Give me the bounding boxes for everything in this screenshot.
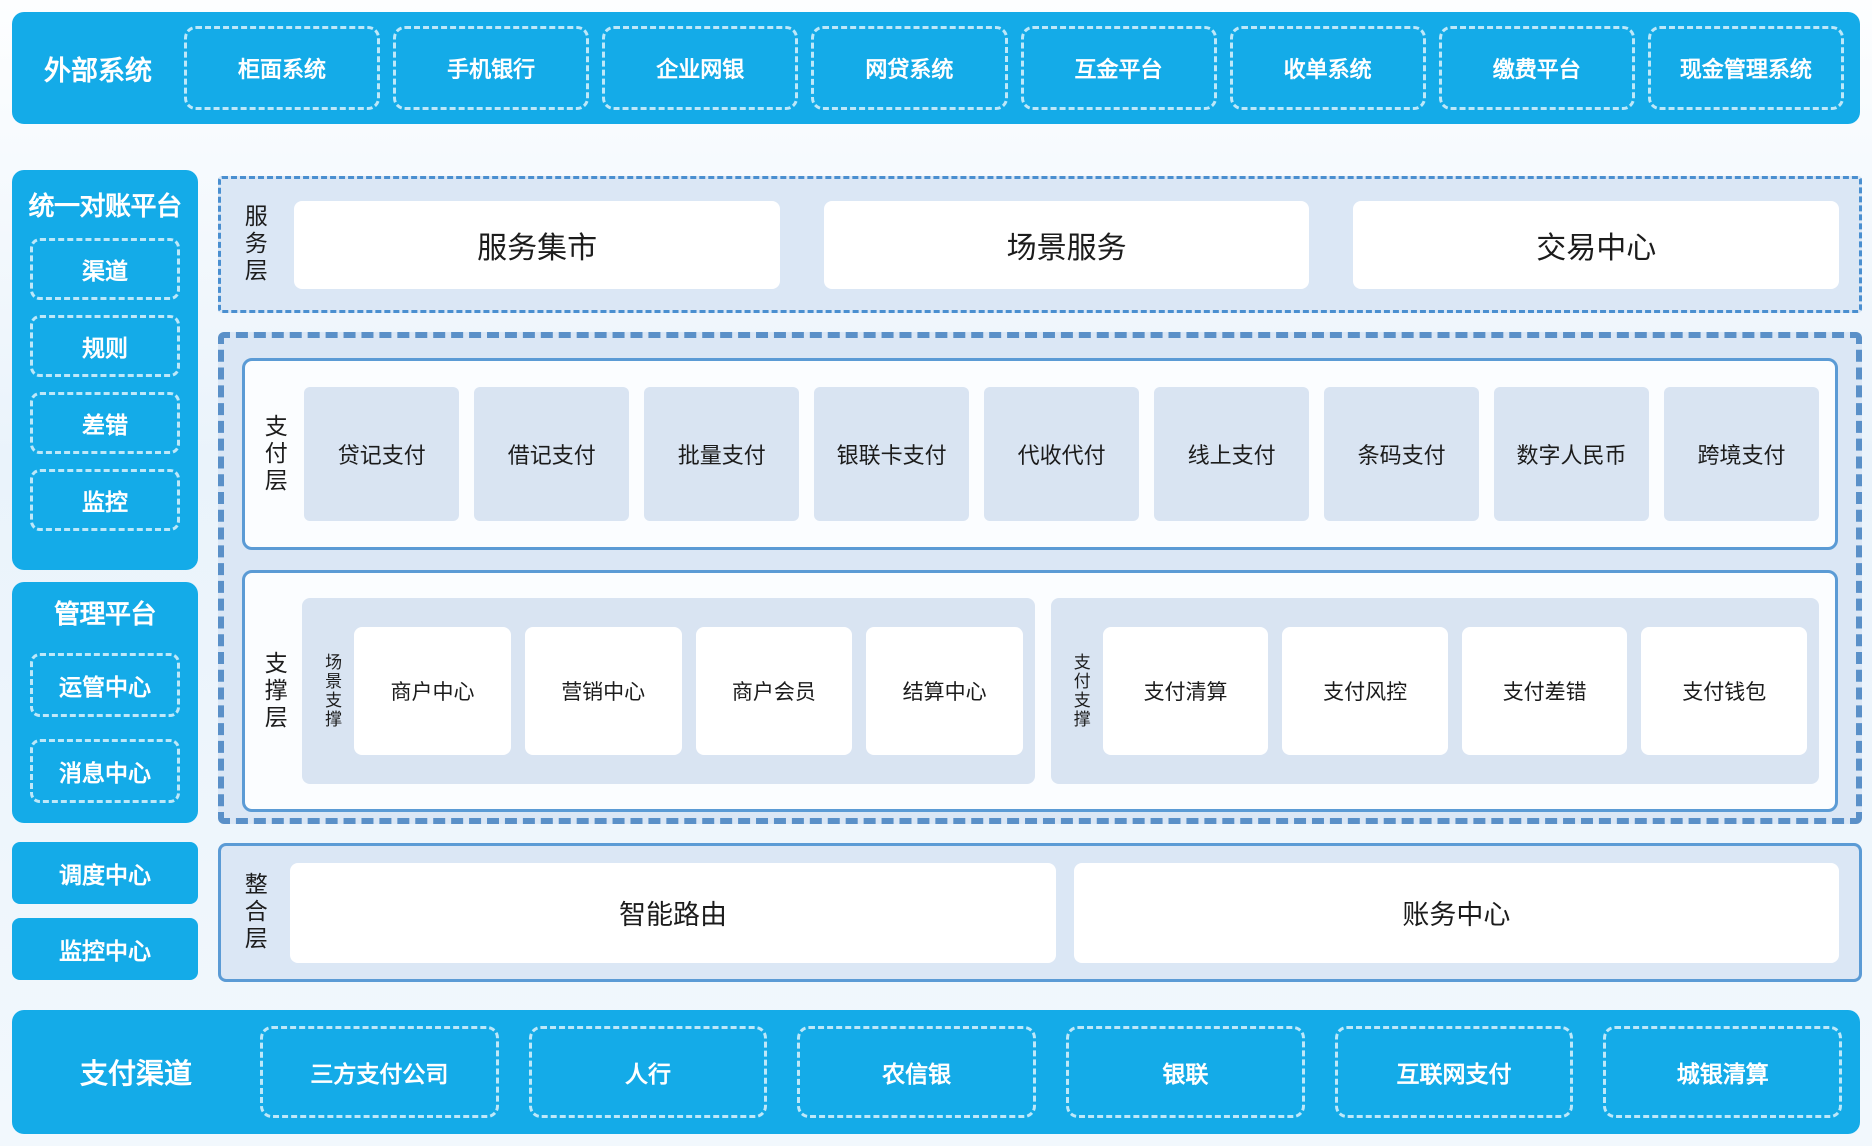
service-item: 场景服务 xyxy=(824,201,1310,289)
integration-layer-items: 智能路由 账务中心 xyxy=(290,863,1839,963)
management-platform-title: 管理平台 xyxy=(54,594,156,631)
payment-support-label: 支付支撑 xyxy=(1071,653,1089,729)
payment-support-items: 支付清算 支付风控 支付差错 支付钱包 xyxy=(1103,627,1807,755)
management-item: 运管中心 xyxy=(30,653,180,717)
management-item: 消息中心 xyxy=(30,739,180,803)
service-layer-panel: 服务层 服务集市 场景服务 交易中心 xyxy=(218,176,1862,313)
payment-item: 代收代付 xyxy=(984,387,1139,521)
payment-item: 数字人民币 xyxy=(1494,387,1649,521)
integration-item: 账务中心 xyxy=(1074,863,1839,963)
service-item: 服务集市 xyxy=(294,201,780,289)
scene-support-group: 场景支撑 商户中心 营销中心 商户会员 结算中心 xyxy=(302,598,1035,784)
payment-channel-item: 农信银 xyxy=(797,1026,1036,1118)
recon-platform-panel: 统一对账平台 渠道 规则 差错 监控 xyxy=(12,170,198,570)
payment-item: 银联卡支付 xyxy=(814,387,969,521)
support-layer-label: 支撑层 xyxy=(261,651,286,732)
payment-support-group: 支付支撑 支付清算 支付风控 支付差错 支付钱包 xyxy=(1051,598,1819,784)
monitoring-center-box: 监控中心 xyxy=(12,918,198,980)
external-system-item: 手机银行 xyxy=(393,26,589,110)
payment-support-item: 支付风控 xyxy=(1282,627,1448,755)
scene-support-label: 场景支撑 xyxy=(322,653,340,729)
payment-channels-items: 三方支付公司 人行 农信银 银联 互联网支付 城银清算 xyxy=(260,1026,1842,1118)
payment-item: 跨境支付 xyxy=(1664,387,1819,521)
support-layer-groups: 场景支撑 商户中心 营销中心 商户会员 结算中心 支付支撑 支付清算 支付风控 … xyxy=(302,598,1819,784)
external-systems-items: 柜面系统 手机银行 企业网银 网贷系统 互金平台 收单系统 缴费平台 现金管理系… xyxy=(184,26,1844,110)
external-system-item: 企业网银 xyxy=(602,26,798,110)
payment-layer-items: 贷记支付 借记支付 批量支付 银联卡支付 代收代付 线上支付 条码支付 数字人民… xyxy=(304,387,1819,521)
payment-item: 贷记支付 xyxy=(304,387,459,521)
service-layer-items: 服务集市 场景服务 交易中心 xyxy=(294,201,1839,289)
scene-support-item: 商户中心 xyxy=(354,627,511,755)
payment-item: 借记支付 xyxy=(474,387,629,521)
payment-layer-panel: 支付层 贷记支付 借记支付 批量支付 银联卡支付 代收代付 线上支付 条码支付 … xyxy=(242,358,1838,550)
integration-layer-panel: 整合层 智能路由 账务中心 xyxy=(218,843,1862,982)
integration-item: 智能路由 xyxy=(290,863,1055,963)
recon-item: 监控 xyxy=(30,469,180,531)
external-systems-bar: 外部系统 柜面系统 手机银行 企业网银 网贷系统 互金平台 收单系统 缴费平台 … xyxy=(12,12,1860,124)
recon-platform-title: 统一对账平台 xyxy=(28,186,181,223)
payment-channel-item: 人行 xyxy=(529,1026,768,1118)
external-system-item: 网贷系统 xyxy=(811,26,1007,110)
scene-support-item: 营销中心 xyxy=(525,627,682,755)
recon-item: 差错 xyxy=(30,392,180,454)
recon-item: 渠道 xyxy=(30,238,180,300)
external-system-item: 收单系统 xyxy=(1230,26,1426,110)
recon-item: 规则 xyxy=(30,315,180,377)
scene-support-item: 结算中心 xyxy=(866,627,1023,755)
support-layer-panel: 支撑层 场景支撑 商户中心 营销中心 商户会员 结算中心 支付支撑 支付清算 支… xyxy=(242,570,1838,812)
payment-channel-item: 城银清算 xyxy=(1603,1026,1842,1118)
external-system-item: 现金管理系统 xyxy=(1648,26,1844,110)
service-layer-label: 服务层 xyxy=(241,204,266,285)
external-system-item: 柜面系统 xyxy=(184,26,380,110)
payment-support-container: 支付层 贷记支付 借记支付 批量支付 银联卡支付 代收代付 线上支付 条码支付 … xyxy=(218,332,1862,824)
payment-channel-item: 互联网支付 xyxy=(1335,1026,1574,1118)
payment-item: 批量支付 xyxy=(644,387,799,521)
integration-layer-label: 整合层 xyxy=(241,872,266,953)
payment-layer-label: 支付层 xyxy=(261,414,286,495)
payment-item: 条码支付 xyxy=(1324,387,1479,521)
payment-support-item: 支付钱包 xyxy=(1641,627,1807,755)
payment-support-item: 支付差错 xyxy=(1462,627,1628,755)
payment-channel-item: 银联 xyxy=(1066,1026,1305,1118)
scene-support-item: 商户会员 xyxy=(696,627,853,755)
management-platform-panel: 管理平台 运管中心 消息中心 xyxy=(12,582,198,823)
scene-support-items: 商户中心 营销中心 商户会员 结算中心 xyxy=(354,627,1023,755)
external-system-item: 互金平台 xyxy=(1021,26,1217,110)
payment-channels-title: 支付渠道 xyxy=(12,1052,260,1092)
payment-support-item: 支付清算 xyxy=(1103,627,1269,755)
payment-channels-bar: 支付渠道 三方支付公司 人行 农信银 银联 互联网支付 城银清算 xyxy=(12,1010,1860,1134)
external-system-item: 缴费平台 xyxy=(1439,26,1635,110)
external-systems-title: 外部系统 xyxy=(12,49,184,88)
payment-channel-item: 三方支付公司 xyxy=(260,1026,499,1118)
service-item: 交易中心 xyxy=(1353,201,1839,289)
payment-item: 线上支付 xyxy=(1154,387,1309,521)
dispatch-center-box: 调度中心 xyxy=(12,842,198,904)
